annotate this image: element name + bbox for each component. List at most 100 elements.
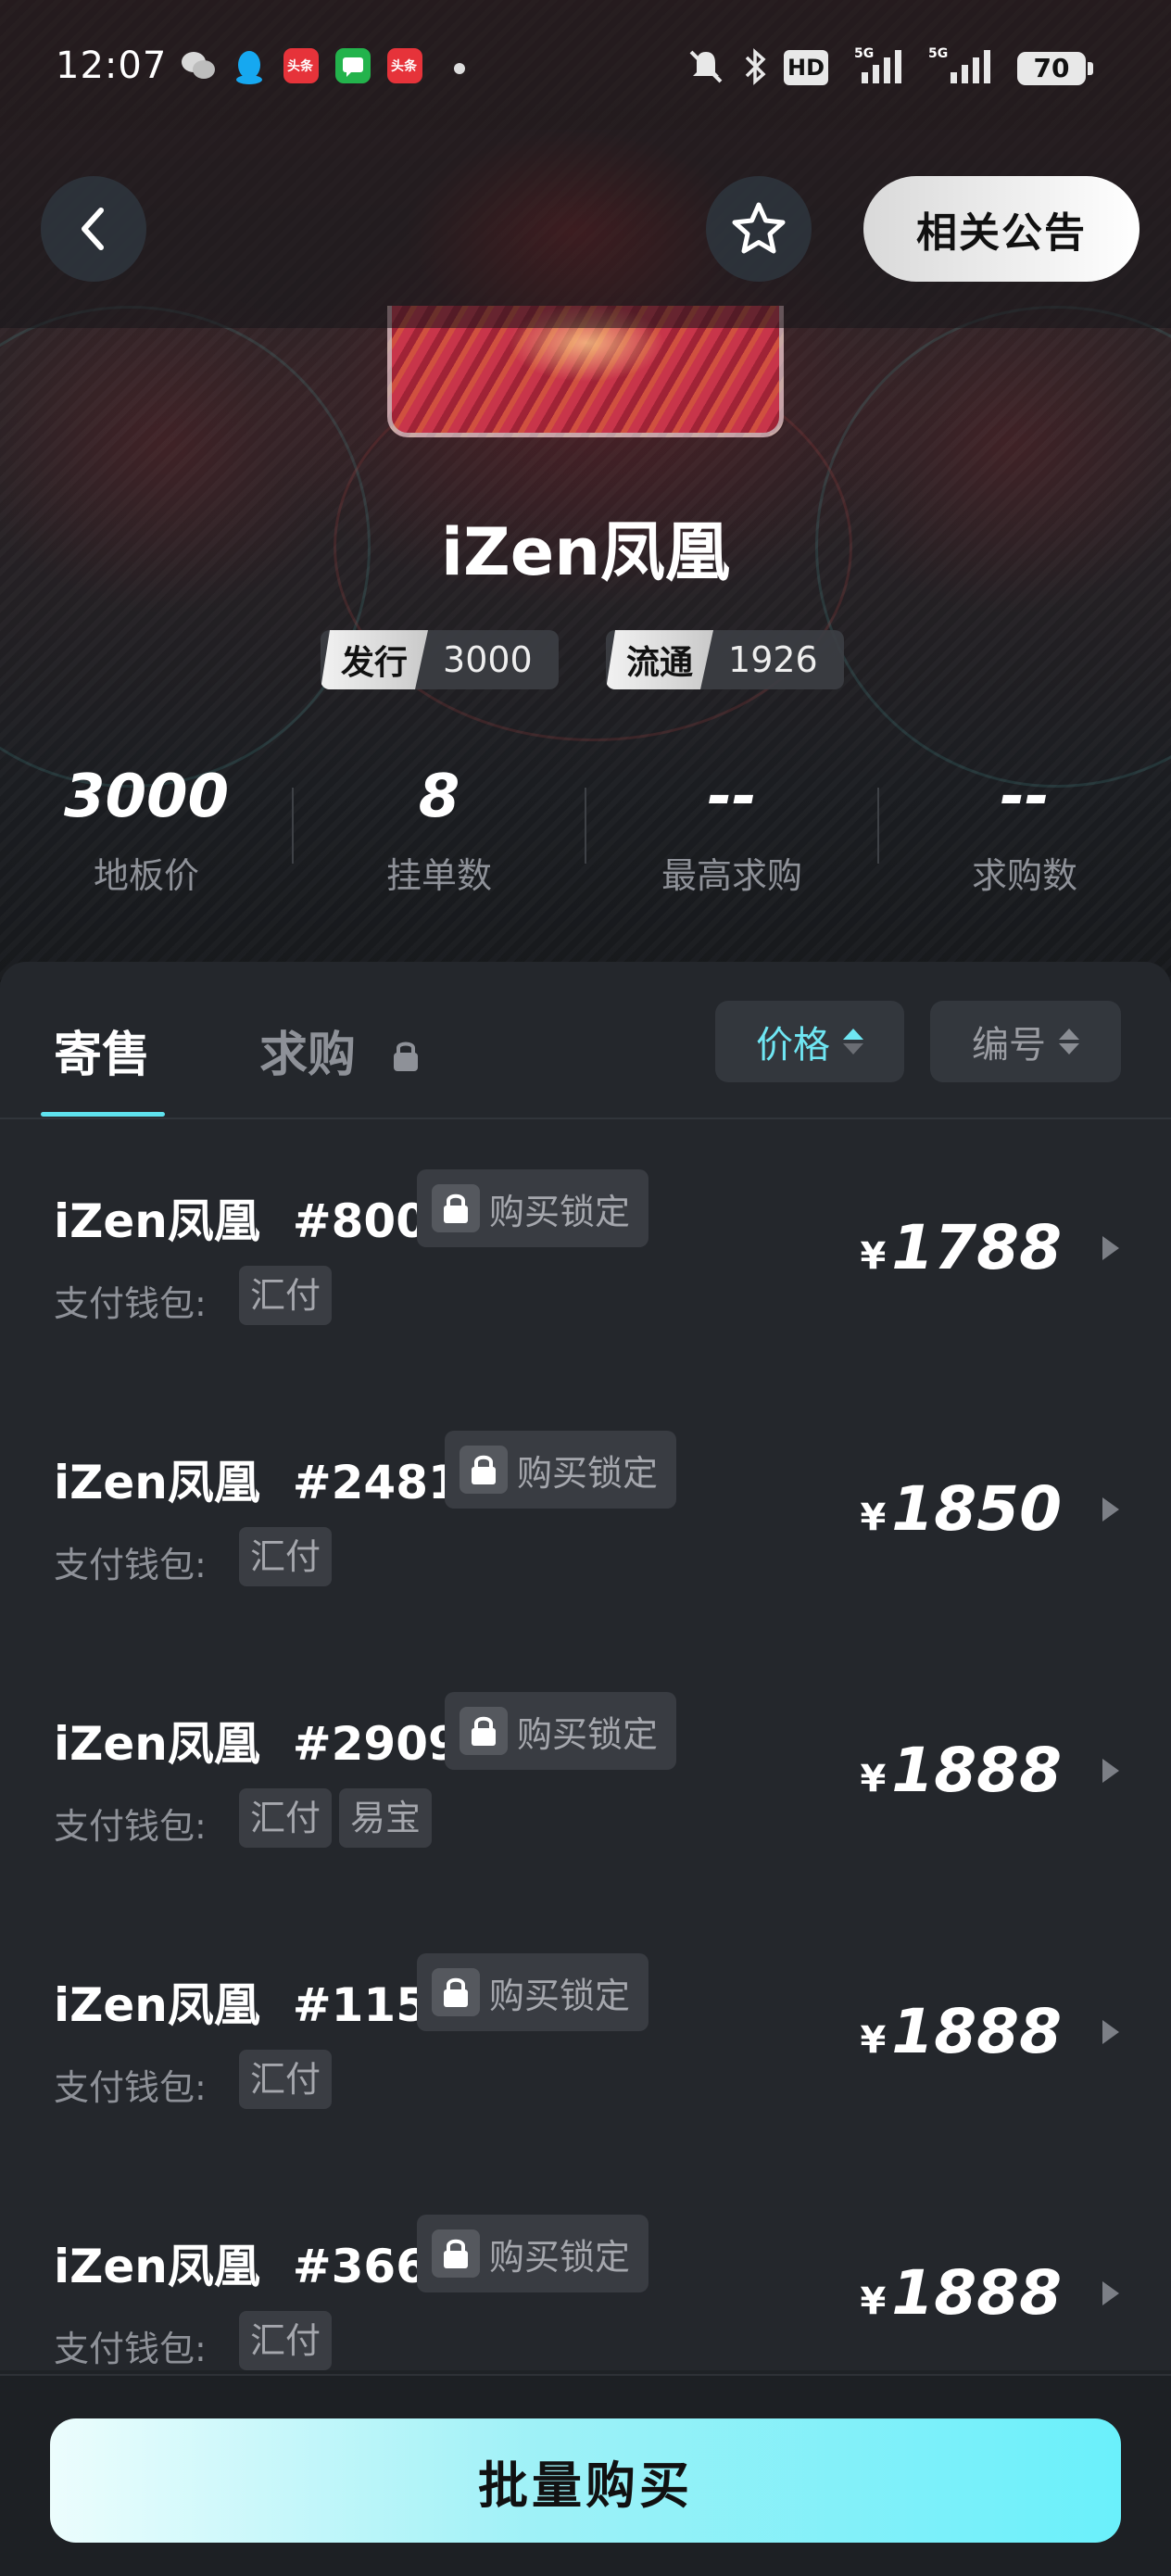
listing-name: iZen凤凰 #2909: [54, 1717, 460, 1771]
purchase-lock-badge: 购买锁定: [417, 1953, 649, 2031]
wallet-tag: 汇付: [239, 1527, 333, 1586]
chevron-right-icon: [1102, 1759, 1119, 1783]
favorite-button[interactable]: [706, 176, 812, 282]
stat-value: 8: [418, 763, 460, 831]
notification-dot: [454, 63, 465, 74]
chevron-right-icon: [1102, 1497, 1119, 1522]
lock-icon: [432, 1968, 480, 2016]
related-notice-button[interactable]: 相关公告: [863, 176, 1140, 282]
sort-arrows-icon: [843, 1029, 863, 1054]
tab-purchase-request[interactable]: 求购: [259, 1016, 422, 1086]
sort-price-label: 价格: [756, 1024, 830, 1067]
stat-value: 3000: [63, 763, 230, 831]
top-navigation: 相关公告: [0, 130, 1171, 328]
wallet-tags: 汇付: [239, 2050, 333, 2109]
wallet-tag: 汇付: [239, 1788, 333, 1848]
listing-name: iZen凤凰 #366: [54, 2240, 428, 2293]
svg-text:5G: 5G: [854, 46, 874, 61]
wallet-tags: 汇付: [239, 1266, 333, 1325]
sort-number-label: 编号: [972, 1024, 1046, 1067]
lock-icon: [389, 1030, 422, 1086]
active-tab-indicator: [41, 1112, 165, 1117]
issue-label: 发行: [321, 630, 428, 689]
wallet-tag: 易宝: [339, 1788, 433, 1848]
tab-consignment[interactable]: 寄售: [54, 1016, 150, 1085]
wallet-tags: 汇付 易宝: [239, 1788, 433, 1848]
chevron-left-icon: [82, 208, 104, 250]
issue-badge: 发行 3000: [321, 630, 559, 689]
stat-label: 最高求购: [661, 855, 802, 896]
stat-value: --: [1000, 763, 1050, 831]
toutiao-icon: 头条: [283, 48, 319, 83]
circulation-value: 1926: [728, 639, 818, 680]
listing-name: iZen凤凰 #115: [54, 1978, 428, 2032]
chevron-right-icon: [1102, 2020, 1119, 2044]
listing-price: ¥1850: [860, 1473, 1062, 1545]
stat-bid-count: -- 求购数: [878, 760, 1171, 898]
wallet-tag: 汇付: [239, 2050, 333, 2109]
tab-purchase-label: 求购: [259, 1028, 357, 1083]
purchase-lock-badge: 购买锁定: [417, 2215, 649, 2292]
listing-price: ¥1888: [860, 1996, 1062, 2067]
collection-title: iZen凤凰: [440, 514, 731, 590]
listing-item[interactable]: iZen凤凰 #115 购买锁定 支付钱包: 汇付 ¥1888: [0, 1931, 1171, 2192]
listing-item[interactable]: iZen凤凰 #366 购买锁定 支付钱包: 汇付 ¥1888: [0, 2192, 1171, 2370]
purchase-lock-badge: 购买锁定: [445, 1431, 677, 1509]
chevron-right-icon: [1102, 2281, 1119, 2305]
wallet-tag: 汇付: [239, 2311, 333, 2370]
lock-icon: [460, 1707, 508, 1755]
issue-value: 3000: [443, 639, 533, 680]
wallet-tag: 汇付: [239, 1266, 333, 1325]
toutiao-icon: 头条: [387, 48, 422, 83]
bluetooth-icon: [741, 46, 769, 93]
listing-panel: 寄售 求购 价格 编号 iZen凤凰 #800 购买锁定 支付钱包: 汇付 ¥1…: [0, 962, 1171, 2370]
wallet-tags: 汇付: [239, 1527, 333, 1586]
purchase-lock-badge: 购买锁定: [417, 1169, 649, 1247]
chevron-right-icon: [1102, 1236, 1119, 1260]
stat-label: 求购数: [971, 855, 1077, 896]
listing-item[interactable]: iZen凤凰 #2909 购买锁定 支付钱包: 汇付 易宝 ¥1888: [0, 1670, 1171, 1931]
mute-icon: [686, 46, 726, 93]
wallet-label: 支付钱包:: [54, 1545, 207, 1585]
sort-arrows-icon: [1059, 1029, 1079, 1054]
stat-value: --: [707, 763, 757, 831]
wallet-tags: 汇付: [239, 2311, 333, 2370]
listing-item[interactable]: iZen凤凰 #800 购买锁定 支付钱包: 汇付 ¥1788: [0, 1147, 1171, 1408]
bottom-action-bar: 批量购买: [0, 2374, 1171, 2576]
lock-icon: [460, 1446, 508, 1494]
stat-highest-bid: -- 最高求购: [586, 760, 878, 898]
listing-price: ¥1888: [860, 2257, 1062, 2329]
listing-name: iZen凤凰 #2481: [54, 1456, 460, 1509]
signal-icon: 5G: [926, 46, 1004, 93]
hd-icon: HD: [784, 50, 828, 85]
bulk-buy-button[interactable]: 批量购买: [50, 2418, 1121, 2543]
listing-name: iZen凤凰 #800: [54, 1194, 428, 1248]
sort-by-number-button[interactable]: 编号: [930, 1001, 1121, 1082]
lock-icon: [432, 2229, 480, 2278]
purchase-lock-badge: 购买锁定: [445, 1692, 677, 1770]
stat-label: 挂单数: [385, 855, 492, 896]
signal-icon: 5G: [852, 46, 912, 93]
wallet-label: 支付钱包:: [54, 2329, 207, 2369]
sort-by-price-button[interactable]: 价格: [715, 1001, 904, 1082]
listing-price: ¥1788: [860, 1212, 1062, 1283]
qq-icon: [232, 48, 267, 84]
wallet-label: 支付钱包:: [54, 2067, 207, 2108]
stat-listing-count: 8 挂单数: [293, 760, 586, 898]
status-bar: 12:07 头条 头条 HD 5G 5G 70: [0, 0, 1171, 130]
divider: [0, 1118, 1171, 1119]
wechat-icon: [180, 48, 215, 83]
circulation-label: 流通: [606, 630, 713, 689]
wallet-label: 支付钱包:: [54, 1283, 207, 1324]
circulation-badge: 流通 1926: [606, 630, 844, 689]
listing-item[interactable]: iZen凤凰 #2481 购买锁定 支付钱包: 汇付 ¥1850: [0, 1408, 1171, 1670]
listing-price: ¥1888: [860, 1735, 1062, 1806]
star-icon: [732, 202, 786, 254]
message-icon: [335, 48, 371, 83]
battery-indicator: 70: [1017, 52, 1093, 85]
lock-icon: [432, 1184, 480, 1232]
wallet-label: 支付钱包:: [54, 1806, 207, 1847]
status-time: 12:07: [56, 44, 168, 87]
svg-text:5G: 5G: [928, 46, 948, 61]
back-button[interactable]: [41, 176, 146, 282]
